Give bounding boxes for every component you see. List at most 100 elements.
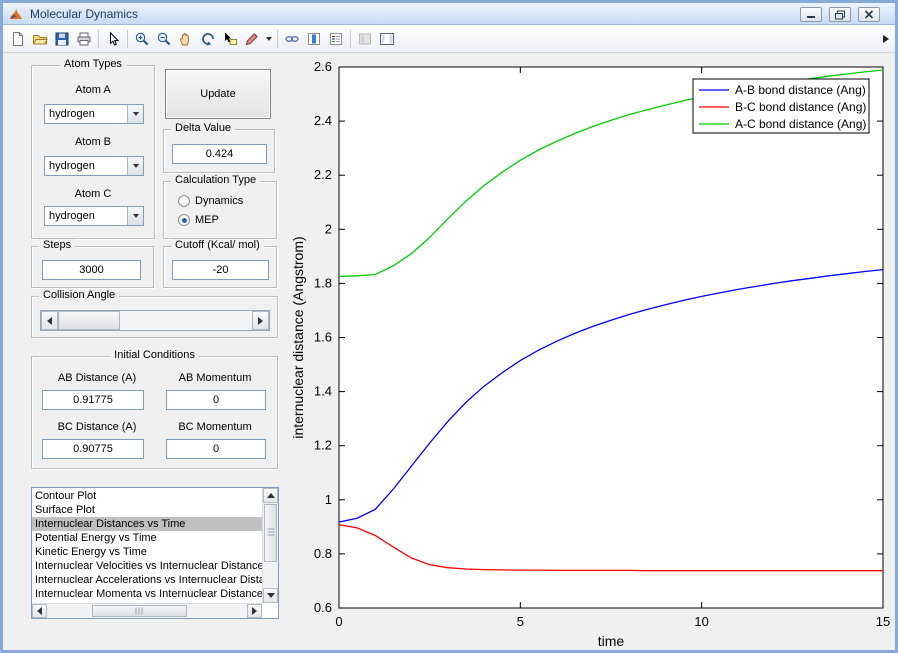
list-item[interactable]: Internuclear Momenta vs Internuclear Dis… xyxy=(32,587,262,601)
scroll-left-arrow[interactable] xyxy=(32,604,47,618)
atom-c-label: Atom C xyxy=(32,188,154,200)
toolbar-overflow-icon[interactable] xyxy=(883,35,889,43)
new-document-icon xyxy=(10,31,26,47)
ab-distance-label: AB Distance (A) xyxy=(42,372,152,384)
list-item[interactable]: Internuclear Distances vs Time xyxy=(32,517,262,531)
atom-b-label: Atom B xyxy=(32,136,154,148)
scroll-up-arrow[interactable] xyxy=(263,488,278,503)
data-cursor-button[interactable] xyxy=(219,28,241,50)
title-bar[interactable]: Molecular Dynamics xyxy=(3,3,895,25)
app-window: Molecular Dynamics xyxy=(0,0,898,653)
hide-plot-tools-icon xyxy=(357,31,373,47)
zoom-in-button[interactable] xyxy=(131,28,153,50)
update-button[interactable]: Update xyxy=(165,69,271,119)
radio-dynamics[interactable]: Dynamics xyxy=(178,195,243,207)
cutoff-input[interactable] xyxy=(172,260,269,280)
close-button[interactable] xyxy=(858,7,880,22)
show-plot-tools-button[interactable] xyxy=(376,28,398,50)
svg-text:0.6: 0.6 xyxy=(314,600,332,615)
restore-button[interactable] xyxy=(829,7,851,22)
hide-plot-tools-button[interactable] xyxy=(354,28,376,50)
steps-panel: Steps xyxy=(31,246,154,288)
svg-text:15: 15 xyxy=(876,614,890,629)
toolbar-separator xyxy=(127,30,128,48)
steps-input[interactable] xyxy=(42,260,141,280)
list-item[interactable]: Potential Energy vs Time xyxy=(32,531,262,545)
svg-text:A-B bond distance (Ang): A-B bond distance (Ang) xyxy=(735,83,866,97)
new-figure-button[interactable] xyxy=(7,28,29,50)
collision-angle-slider[interactable] xyxy=(40,310,270,331)
save-figure-button[interactable] xyxy=(51,28,73,50)
rotate-3d-button[interactable] xyxy=(197,28,219,50)
rotate-icon xyxy=(200,31,216,47)
print-figure-button[interactable] xyxy=(73,28,95,50)
insert-colorbar-button[interactable] xyxy=(303,28,325,50)
horizontal-scroll-thumb[interactable] xyxy=(92,605,187,617)
scroll-right-arrow[interactable] xyxy=(247,604,262,618)
atom-b-dropdown[interactable]: hydrogen xyxy=(44,156,144,176)
atom-c-dropdown[interactable]: hydrogen xyxy=(44,206,144,226)
save-floppy-icon xyxy=(54,31,70,47)
list-item[interactable]: Kinetic Energy vs Time xyxy=(32,545,262,559)
atom-a-value: hydrogen xyxy=(45,108,127,120)
svg-text:1.4: 1.4 xyxy=(314,384,332,399)
atom-a-dropdown[interactable]: hydrogen xyxy=(44,104,144,124)
brush-button[interactable] xyxy=(241,28,263,50)
ab-distance-input[interactable] xyxy=(42,390,144,410)
printer-icon xyxy=(76,31,92,47)
vertical-scroll-thumb[interactable] xyxy=(264,504,277,562)
collision-angle-panel: Collision Angle xyxy=(31,296,278,338)
radio-mep[interactable]: MEP xyxy=(178,214,219,226)
edit-plot-button[interactable] xyxy=(102,28,124,50)
svg-text:B-C bond distance (Ang): B-C bond distance (Ang) xyxy=(735,100,866,114)
bc-distance-input[interactable] xyxy=(42,439,144,459)
atom-b-value: hydrogen xyxy=(45,160,127,172)
slider-thumb[interactable] xyxy=(58,311,120,330)
atom-c-value: hydrogen xyxy=(45,210,127,222)
radio-mep-label: MEP xyxy=(195,214,219,226)
panel-title: Atom Types xyxy=(60,58,126,70)
svg-text:A-C bond distance (Ang): A-C bond distance (Ang) xyxy=(735,117,866,131)
vertical-scrollbar[interactable] xyxy=(262,488,278,603)
minimize-button[interactable] xyxy=(800,7,822,22)
chevron-down-icon[interactable] xyxy=(127,157,143,175)
chevron-down-icon[interactable] xyxy=(127,207,143,225)
svg-text:internuclear distance (Angstro: internuclear distance (Angstrom) xyxy=(291,236,306,438)
ab-momentum-label: AB Momentum xyxy=(162,372,268,384)
open-folder-icon xyxy=(32,31,48,47)
plot-type-listbox[interactable]: Contour PlotSurface PlotInternuclear Dis… xyxy=(31,487,279,619)
delta-value-panel: Delta Value xyxy=(163,129,275,173)
list-item[interactable]: Contour Plot xyxy=(32,489,262,503)
svg-text:5: 5 xyxy=(517,614,524,629)
link-plot-button[interactable] xyxy=(281,28,303,50)
slider-left-arrow[interactable] xyxy=(41,311,58,330)
insert-legend-button[interactable] xyxy=(325,28,347,50)
pointer-arrow-icon xyxy=(105,31,121,47)
svg-text:0: 0 xyxy=(335,614,342,629)
brush-dropdown-caret[interactable] xyxy=(263,28,274,50)
open-file-button[interactable] xyxy=(29,28,51,50)
line-chart: 0510150.60.811.21.41.61.822.22.42.6timei… xyxy=(291,53,897,653)
pan-button[interactable] xyxy=(175,28,197,50)
window-title: Molecular Dynamics xyxy=(30,7,138,21)
brush-icon xyxy=(244,31,260,47)
list-item[interactable]: Surface Plot xyxy=(32,503,262,517)
chevron-down-icon[interactable] xyxy=(127,105,143,123)
horizontal-scrollbar[interactable] xyxy=(32,603,262,618)
link-chain-icon xyxy=(284,31,300,47)
matlab-logo-icon xyxy=(8,6,24,22)
zoom-out-button[interactable] xyxy=(153,28,175,50)
slider-right-arrow[interactable] xyxy=(252,311,269,330)
bc-momentum-label: BC Momentum xyxy=(162,421,268,433)
bc-momentum-input[interactable] xyxy=(166,439,266,459)
atom-a-label: Atom A xyxy=(32,84,154,96)
ab-momentum-input[interactable] xyxy=(166,390,266,410)
colorbar-icon xyxy=(306,31,322,47)
list-item[interactable]: Internuclear Velocities vs Internuclear … xyxy=(32,559,262,573)
list-item[interactable]: Internuclear Accelerations vs Internucle… xyxy=(32,573,262,587)
panel-title: Delta Value xyxy=(171,122,235,134)
data-cursor-icon xyxy=(222,31,238,47)
figure-toolbar xyxy=(3,25,895,53)
scroll-down-arrow[interactable] xyxy=(263,588,278,603)
delta-value-input[interactable] xyxy=(172,144,267,164)
